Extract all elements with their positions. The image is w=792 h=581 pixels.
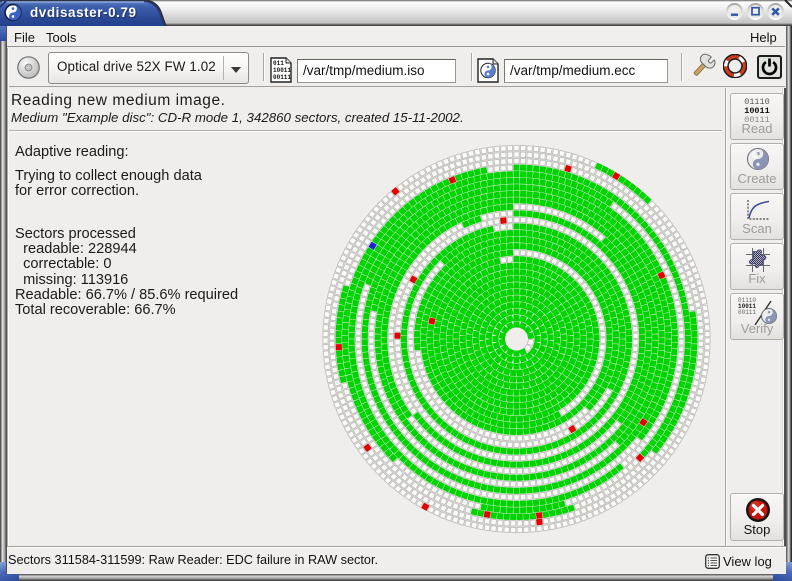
svg-text:10011: 10011 bbox=[273, 67, 291, 74]
svg-text:011: 011 bbox=[273, 60, 284, 67]
svg-text:00111: 00111 bbox=[273, 74, 291, 81]
